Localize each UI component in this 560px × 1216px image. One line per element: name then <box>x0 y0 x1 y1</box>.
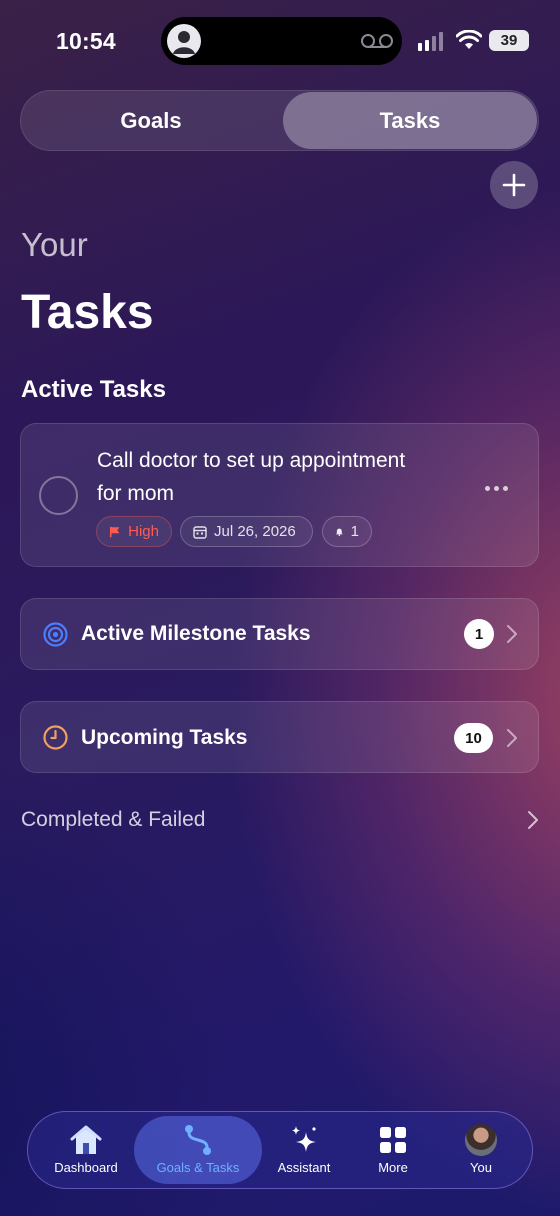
segment-goals[interactable]: Goals <box>20 90 282 151</box>
due-date-label: Jul 26, 2026 <box>214 523 296 540</box>
priority-chip[interactable]: High <box>96 516 172 547</box>
plus-icon <box>502 173 526 197</box>
bell-icon <box>335 528 343 536</box>
milestone-count-badge: 1 <box>464 619 494 649</box>
battery-indicator: 39 <box>489 30 529 51</box>
target-icon <box>43 622 68 652</box>
priority-label: High <box>128 523 159 540</box>
due-date-chip[interactable]: Jul 26, 2026 <box>180 516 313 547</box>
upcoming-count-badge: 10 <box>454 723 493 753</box>
cellular-signal-icon <box>418 32 443 51</box>
tab-label-you: You <box>470 1160 492 1175</box>
voicemail-icon <box>360 33 394 54</box>
page-title: Tasks <box>21 286 154 339</box>
chevron-right-icon <box>527 810 539 835</box>
wifi-icon <box>455 29 483 55</box>
tab-label-dashboard: Dashboard <box>54 1160 118 1175</box>
tab-goals-tasks[interactable]: Goals & Tasks <box>143 1124 253 1175</box>
island-avatar-icon <box>167 24 201 58</box>
avatar <box>465 1124 497 1156</box>
tab-dashboard[interactable]: Dashboard <box>31 1124 141 1175</box>
completed-failed-link[interactable]: Completed & Failed <box>21 808 205 832</box>
tab-label-goals-tasks: Goals & Tasks <box>156 1160 240 1175</box>
calendar-icon <box>193 525 207 539</box>
segment-tasks[interactable]: Tasks <box>283 92 537 149</box>
tab-label-assistant: Assistant <box>277 1160 331 1175</box>
flag-icon <box>109 526 120 537</box>
sparkles-icon <box>288 1124 320 1156</box>
chevron-right-icon <box>506 728 518 753</box>
chevron-right-icon <box>506 624 518 649</box>
status-time: 10:54 <box>56 28 116 54</box>
tab-you[interactable]: You <box>426 1124 536 1175</box>
home-icon <box>69 1124 103 1156</box>
active-milestone-tasks-label: Active Milestone Tasks <box>81 622 311 645</box>
reminder-chip[interactable]: 1 <box>322 516 372 547</box>
grid-icon <box>379 1124 407 1156</box>
upcoming-tasks-label: Upcoming Tasks <box>81 726 248 749</box>
tab-label-more: More <box>378 1160 408 1175</box>
task-complete-checkbox[interactable] <box>39 476 78 515</box>
route-icon <box>183 1124 213 1156</box>
active-tasks-heading: Active Tasks <box>21 376 166 403</box>
add-task-button[interactable] <box>490 161 538 209</box>
clock-icon <box>43 725 68 755</box>
page-eyebrow: Your <box>21 226 88 263</box>
reminder-count: 1 <box>350 523 359 540</box>
more-options-icon[interactable] <box>485 486 508 491</box>
task-title: Call doctor to set up appointment for mo… <box>97 449 406 505</box>
